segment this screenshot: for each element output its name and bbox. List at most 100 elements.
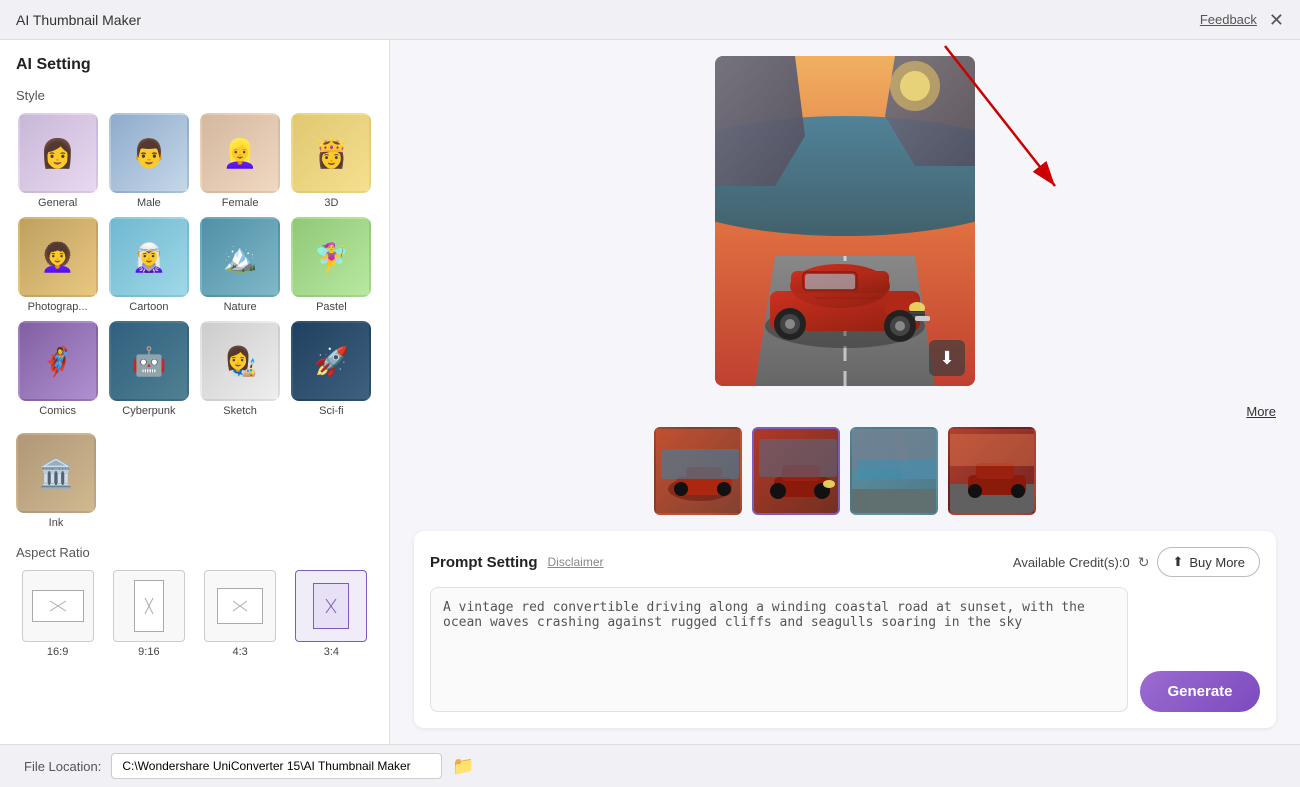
folder-icon[interactable]: 📁 — [452, 756, 474, 777]
aspect-icon-16-9 — [48, 599, 68, 613]
main-image — [715, 56, 975, 386]
style-item-general[interactable]: 👩 General — [16, 113, 99, 209]
style-img-pastel: 🧚‍♀️ — [291, 217, 371, 297]
panel-title: AI Setting — [16, 56, 373, 74]
style-img-comics: 🦸‍♀️ — [18, 321, 98, 401]
more-label[interactable]: More — [1246, 404, 1276, 419]
style-img-ink: 🏛️ — [16, 433, 96, 513]
aspect-label-4-3: 4:3 — [232, 646, 247, 658]
style-label-3d: 3D — [324, 197, 338, 209]
style-item-ink[interactable]: 🏛️ Ink — [16, 433, 96, 529]
style-label: Style — [16, 88, 373, 103]
prompt-title: Prompt Setting — [430, 554, 538, 571]
style-label-pastel: Pastel — [316, 301, 347, 313]
style-item-scifi[interactable]: 🚀 Sci-fi — [290, 321, 373, 417]
style-item-photography[interactable]: 👩‍🦱 Photograp... — [16, 217, 99, 313]
style-label-cyberpunk: Cyberpunk — [122, 405, 175, 417]
style-item-female[interactable]: 👱‍♀️ Female — [199, 113, 282, 209]
aspect-icon-9-16 — [143, 596, 155, 616]
prompt-body: A vintage red convertible driving along … — [430, 587, 1260, 712]
thumbnail-1[interactable] — [654, 427, 742, 515]
prompt-title-row: Prompt Setting Disclaimer — [430, 554, 604, 571]
aspect-ratio-grid: 16:9 9:16 — [16, 570, 373, 658]
style-item-3d[interactable]: 👸 3D — [290, 113, 373, 209]
buy-more-button[interactable]: ⬆ Buy More — [1157, 547, 1260, 577]
aspect-ratio-label: Aspect Ratio — [16, 545, 373, 560]
style-item-sketch[interactable]: 👩‍🎨 Sketch — [199, 321, 282, 417]
aspect-box-16-9 — [22, 570, 94, 642]
style-img-photography: 👩‍🦱 — [18, 217, 98, 297]
right-panel: ⬇ More — [390, 40, 1300, 744]
aspect-label-16-9: 16:9 — [47, 646, 68, 658]
prompt-section: Prompt Setting Disclaimer Available Cred… — [414, 531, 1276, 728]
title-bar: AI Thumbnail Maker Feedback ✕ — [0, 0, 1300, 40]
credits-row: Available Credit(s):0 ↻ ⬆ Buy More — [1013, 547, 1260, 577]
aspect-box-9-16 — [113, 570, 185, 642]
style-img-male: 👨 — [109, 113, 189, 193]
style-label-female: Female — [222, 197, 259, 209]
aspect-label-9-16: 9:16 — [138, 646, 159, 658]
main-layout: AI Setting Style 👩 General 👨 Male 👱 — [0, 40, 1300, 744]
aspect-icon-4-3 — [231, 599, 249, 613]
thumbnail-3[interactable] — [850, 427, 938, 515]
style-label-ink: Ink — [49, 517, 64, 529]
thumbnail-1-img — [656, 429, 742, 515]
download-icon: ⬇ — [939, 348, 954, 369]
generate-button[interactable]: Generate — [1140, 671, 1260, 712]
thumbnail-2-img — [754, 429, 840, 515]
style-img-female: 👱‍♀️ — [200, 113, 280, 193]
style-label-sketch: Sketch — [223, 405, 257, 417]
style-item-cyberpunk[interactable]: 🤖 Cyberpunk — [107, 321, 190, 417]
aspect-box-3-4 — [295, 570, 367, 642]
thumbnail-3-img — [852, 429, 938, 515]
main-image-area: ⬇ — [414, 56, 1276, 386]
style-item-cartoon[interactable]: 🧝‍♀️ Cartoon — [107, 217, 190, 313]
thumbnail-strip — [414, 427, 1276, 515]
style-grid: 👩 General 👨 Male 👱‍♀️ Female — [16, 113, 373, 417]
title-bar-actions: Feedback ✕ — [1200, 11, 1284, 29]
style-img-3d: 👸 — [291, 113, 371, 193]
feedback-link[interactable]: Feedback — [1200, 12, 1257, 27]
style-item-comics[interactable]: 🦸‍♀️ Comics — [16, 321, 99, 417]
aspect-item-4-3[interactable]: 4:3 — [199, 570, 282, 658]
aspect-icon-3-4 — [324, 597, 338, 615]
style-label-cartoon: Cartoon — [129, 301, 168, 313]
style-item-nature[interactable]: 🏔️ Nature — [199, 217, 282, 313]
style-label-nature: Nature — [224, 301, 257, 313]
car-image-svg — [715, 56, 975, 386]
left-panel: AI Setting Style 👩 General 👨 Male 👱 — [0, 40, 390, 744]
style-img-general: 👩 — [18, 113, 98, 193]
file-location-bar: File Location: C:\Wondershare UniConvert… — [0, 744, 1300, 787]
credits-label: Available Credit(s):0 — [1013, 555, 1130, 570]
style-label-photography: Photograp... — [28, 301, 88, 313]
ink-row: 🏛️ Ink — [16, 433, 373, 529]
style-item-pastel[interactable]: 🧚‍♀️ Pastel — [290, 217, 373, 313]
prompt-header: Prompt Setting Disclaimer Available Cred… — [430, 547, 1260, 577]
style-item-male[interactable]: 👨 Male — [107, 113, 190, 209]
aspect-box-4-3 — [204, 570, 276, 642]
thumbnail-4-img — [950, 429, 1036, 515]
file-path-select[interactable]: C:\Wondershare UniConverter 15\AI Thumbn… — [111, 753, 442, 779]
thumbnail-4[interactable] — [948, 427, 1036, 515]
close-button[interactable]: ✕ — [1269, 11, 1284, 29]
refresh-icon[interactable]: ↻ — [1138, 554, 1150, 571]
more-area: More — [414, 400, 1276, 427]
prompt-input[interactable]: A vintage red convertible driving along … — [430, 587, 1128, 712]
style-img-cartoon: 🧝‍♀️ — [109, 217, 189, 297]
aspect-label-3-4: 3:4 — [324, 646, 339, 658]
disclaimer-link[interactable]: Disclaimer — [548, 555, 604, 569]
style-img-cyberpunk: 🤖 — [109, 321, 189, 401]
aspect-item-9-16[interactable]: 9:16 — [107, 570, 190, 658]
style-label-comics: Comics — [39, 405, 76, 417]
style-img-sketch: 👩‍🎨 — [200, 321, 280, 401]
aspect-item-16-9[interactable]: 16:9 — [16, 570, 99, 658]
style-img-nature: 🏔️ — [200, 217, 280, 297]
style-label-scifi: Sci-fi — [319, 405, 343, 417]
app-title: AI Thumbnail Maker — [16, 12, 141, 28]
style-label-general: General — [38, 197, 77, 209]
aspect-item-3-4[interactable]: 3:4 — [290, 570, 373, 658]
thumbnail-2[interactable] — [752, 427, 840, 515]
style-img-scifi: 🚀 — [291, 321, 371, 401]
style-label-male: Male — [137, 197, 161, 209]
download-button[interactable]: ⬇ — [929, 340, 965, 376]
